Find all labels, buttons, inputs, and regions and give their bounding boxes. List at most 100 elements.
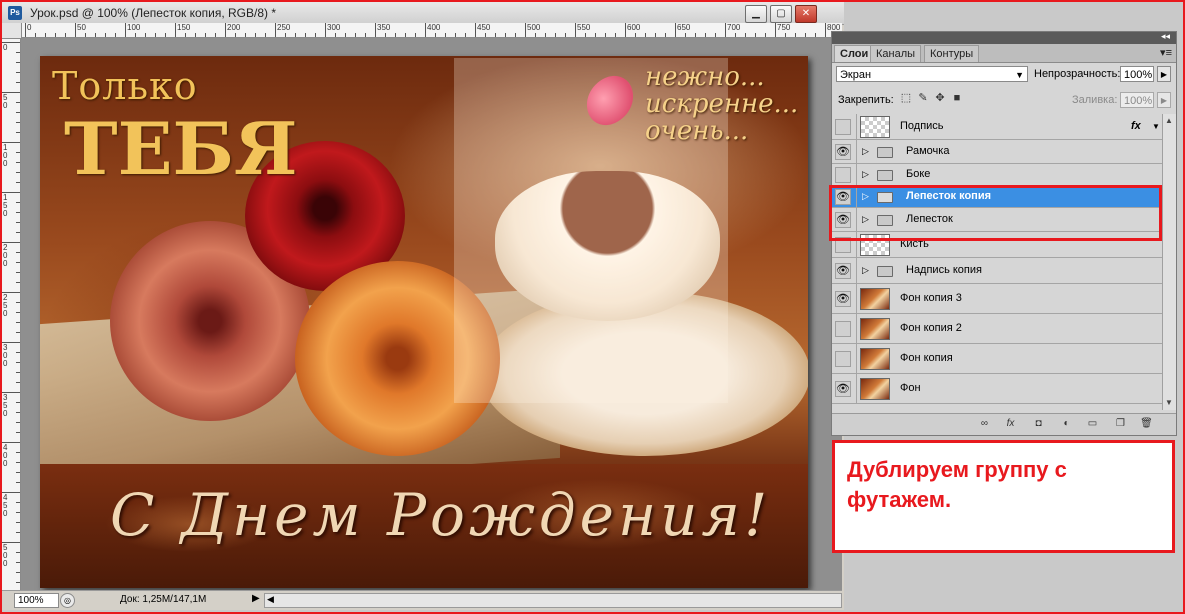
ruler-label: 550 [577,23,591,32]
fill-slider-arrow-icon[interactable]: ▶ [1157,92,1171,108]
tagline-line: нежно... [645,62,765,92]
blend-mode-select[interactable]: Экран ▼ [836,66,1028,82]
ruler-label: 600 [627,23,641,32]
status-info-icon[interactable]: ◎ [60,593,75,608]
row-separator [856,374,857,403]
adjustment-layer-icon[interactable]: ◐ [1060,418,1073,430]
layer-row[interactable]: 👁 Фон [832,374,1162,404]
layer-row[interactable]: 👁 Фон копия 3 [832,284,1162,314]
artwork-title-line2: ТЕБЯ [64,106,298,191]
ruler-label: 150 [3,193,8,218]
lock-transparency-icon[interactable]: ⬚ [900,92,912,104]
new-group-icon[interactable]: ▭ [1086,418,1099,430]
opacity-slider-arrow-icon[interactable]: ▶ [1157,66,1171,82]
visibility-toggle[interactable] [835,321,851,337]
ruler-tick [475,23,476,37]
ruler-label: 300 [327,23,341,32]
visibility-toggle[interactable] [835,167,851,183]
fx-icon[interactable]: fx [1131,120,1141,132]
ruler-tick [485,33,486,37]
lock-all-icon[interactable]: ■ [951,92,963,104]
ruler-tick [315,33,316,37]
ruler-tick [16,112,20,113]
ruler-tick [505,33,506,37]
row-separator [856,284,857,313]
visibility-toggle[interactable] [835,351,851,367]
ruler-vertical[interactable]: 0 50 100 150 200 250 300 350 400 450 500 [2,23,21,590]
scroll-up-icon[interactable]: ▲ [1165,116,1173,125]
ruler-tick [595,33,596,37]
ruler-label: 200 [227,23,241,32]
opacity-input[interactable]: 100% [1120,66,1154,82]
ruler-tick [16,432,20,433]
maximize-button[interactable]: ▢ [770,5,792,23]
ruler-label: 250 [3,293,8,318]
fill-input[interactable]: 100% [1120,92,1154,108]
delete-layer-icon[interactable]: 🗑 [1140,418,1153,430]
eye-icon[interactable]: 👁 [835,144,851,160]
horizontal-scrollbar[interactable]: ◀ [264,593,842,608]
layers-vertical-scrollbar[interactable]: ▲ ▼ [1162,114,1176,410]
ruler-tick [95,33,96,37]
eye-icon[interactable]: 👁 [835,263,851,279]
layer-row[interactable]: Подпись fx ▼ [832,114,1162,140]
row-separator [856,314,857,343]
ruler-tick [655,33,656,37]
ruler-tick [185,33,186,37]
link-layers-icon[interactable]: ∞ [978,418,991,430]
layer-style-icon[interactable]: fx [1004,418,1017,430]
ruler-tick [645,33,646,37]
layer-row[interactable]: 👁 ▷ Надпись копия [832,258,1162,284]
document-titlebar[interactable]: Ps Урок.psd @ 100% (Лепесток копия, RGB/… [2,2,844,25]
ruler-label: 400 [3,443,8,468]
ruler-tick [16,122,20,123]
layer-thumbnail [860,348,890,370]
scroll-down-icon[interactable]: ▼ [1165,398,1173,407]
panel-menu-icon[interactable]: ▾≡ [1160,46,1172,59]
minimize-button[interactable]: ▁ [745,5,767,23]
layer-name: Боке [906,168,931,180]
ruler-horizontal[interactable]: 0 50 100 150 200 250 300 350 400 450 500 550 600 650 7… [21,23,842,38]
expand-triangle-icon[interactable]: ▷ [862,265,869,276]
ruler-tick [715,33,716,37]
add-mask-icon[interactable]: ◘ [1032,418,1045,430]
canvas-area[interactable]: Только ТЕБЯ нежно... искренне... очень..… [21,38,842,590]
ruler-tick [695,33,696,37]
tab-paths[interactable]: Контуры [924,45,980,62]
ruler-tick [425,23,426,37]
blend-mode-value: Экран [840,69,872,81]
new-layer-icon[interactable]: ❐ [1114,418,1127,430]
collapse-panel-icon[interactable]: ◂◂ [1161,31,1170,42]
chevron-down-icon: ▼ [1015,70,1024,80]
layer-row[interactable]: Фон копия [832,344,1162,374]
layer-row[interactable]: ▷ Боке [832,164,1162,186]
ruler-tick [255,33,256,37]
ruler-label: 300 [3,343,8,368]
ruler-tick [16,82,20,83]
tab-layers[interactable]: Слои [834,45,875,62]
zoom-field[interactable]: 100% [14,593,59,608]
artwork-image[interactable]: Только ТЕБЯ нежно... искренне... очень..… [40,56,808,588]
close-button[interactable]: ✕ [795,5,817,23]
ruler-origin[interactable] [2,23,22,39]
scroll-left-icon[interactable]: ◀ [267,594,274,605]
lock-image-pixels-icon[interactable]: ✎ [917,92,929,104]
lock-position-icon[interactable]: ✥ [934,92,946,104]
ruler-tick [295,33,296,37]
tab-channels[interactable]: Каналы [870,45,922,62]
ruler-tick [755,33,756,37]
status-menu-arrow-icon[interactable]: ▶ [252,593,260,604]
eye-icon[interactable]: 👁 [835,291,851,307]
layer-row[interactable]: Фон копия 2 [832,314,1162,344]
expand-triangle-icon[interactable]: ▷ [862,169,869,180]
expand-triangle-icon[interactable]: ▷ [862,146,869,157]
ruler-tick [195,33,196,37]
panel-header[interactable]: ◂◂ [832,31,1176,44]
ruler-tick [765,33,766,37]
eye-icon[interactable]: 👁 [835,381,851,397]
layer-row[interactable]: 👁 ▷ Рамочка [832,140,1162,164]
expand-effects-icon[interactable]: ▼ [1152,122,1160,131]
visibility-toggle[interactable] [835,119,851,135]
ruler-tick [745,33,746,37]
ruler-label: 250 [277,23,291,32]
